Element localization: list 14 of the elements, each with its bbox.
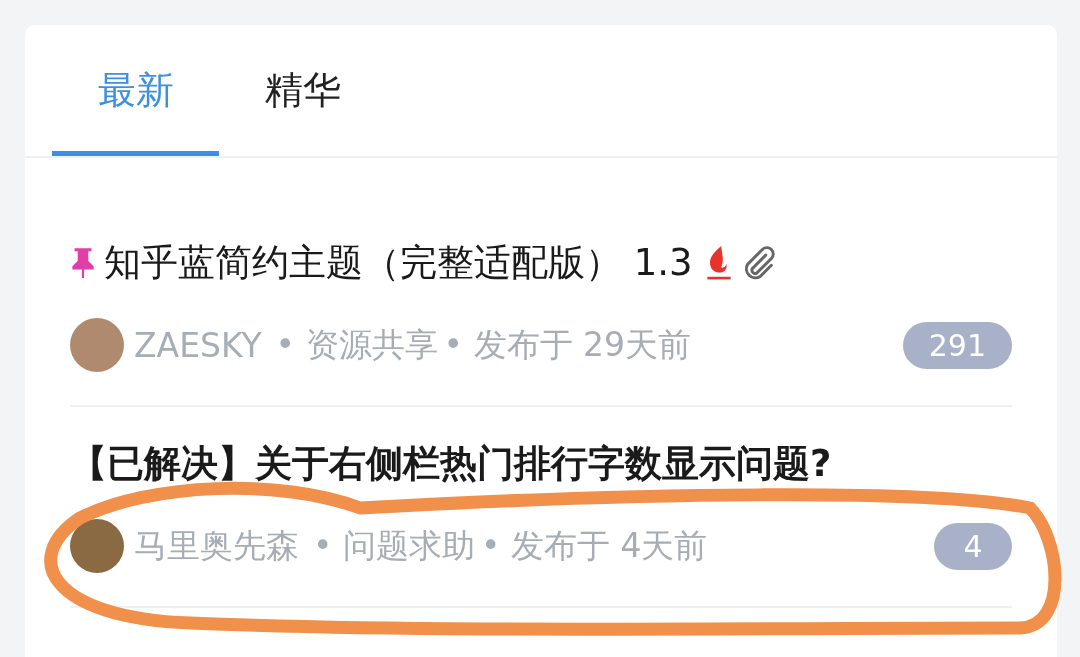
post-title[interactable]: 知乎蓝简约主题（完整适配版） 1.3 [104,238,693,288]
post-title[interactable]: 【已解决】关于右侧栏热门排行字数显示问题? [70,439,832,489]
tab[interactable]: 精华 [219,25,386,156]
post-time: • 发布于 29天前 [443,323,691,366]
avatar[interactable] [70,318,124,372]
author-name[interactable]: 马里奥先森 [134,523,299,569]
reply-count: 291 [902,321,1012,369]
tab[interactable]: 最新 [52,25,219,156]
post-time: • 发布于 4天前 [480,524,708,567]
category-label[interactable]: • 问题求助 [313,523,475,569]
reply-count: 4 [934,522,1012,570]
avatar[interactable] [70,519,124,573]
category-label[interactable]: • 资源共享 [275,322,438,368]
author-name[interactable]: ZAESKY [134,325,262,365]
